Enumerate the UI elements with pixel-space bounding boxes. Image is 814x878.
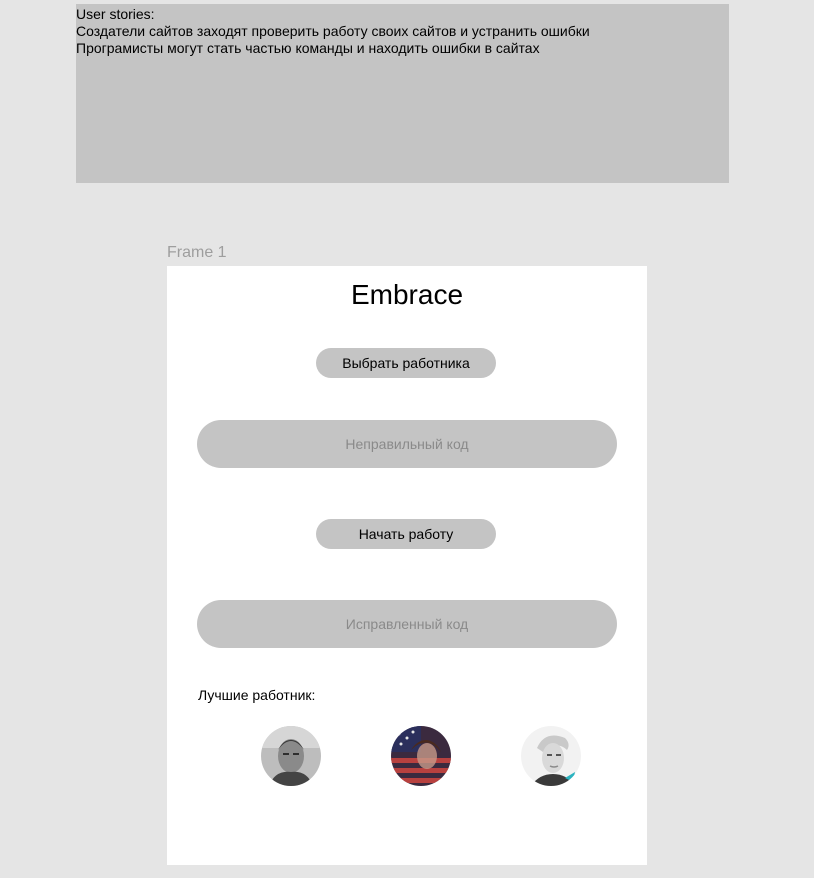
- worker-avatar-1[interactable]: [261, 726, 321, 786]
- avatar-photo-grayscale-man: [261, 726, 321, 786]
- avatar-photo-blonde-woman: [521, 726, 581, 786]
- app-title: Embrace: [350, 279, 464, 310]
- best-workers-label: Лучшие работник:: [198, 687, 316, 703]
- user-story-2: Програмисты могут стать частью команды и…: [76, 40, 540, 56]
- avatar-photo-flag-portrait: [391, 726, 451, 786]
- fixed-code-field[interactable]: Исправленный код: [197, 600, 617, 648]
- worker-avatar-2[interactable]: [391, 726, 451, 786]
- frame-label[interactable]: Frame 1: [167, 243, 227, 263]
- app-frame: Embrace Выбрать работника Неправильный к…: [167, 266, 647, 865]
- wrong-code-field[interactable]: Неправильный код: [197, 420, 617, 468]
- user-story-1: Создатели сайтов заходят проверить работ…: [76, 23, 590, 39]
- user-stories-heading: User stories:: [76, 6, 155, 22]
- start-work-button[interactable]: Начать работу: [316, 519, 496, 549]
- select-worker-button[interactable]: Выбрать работника: [316, 348, 496, 378]
- user-stories-note: User stories: Создатели сайтов заходят п…: [76, 4, 729, 183]
- worker-avatar-3[interactable]: [521, 726, 581, 786]
